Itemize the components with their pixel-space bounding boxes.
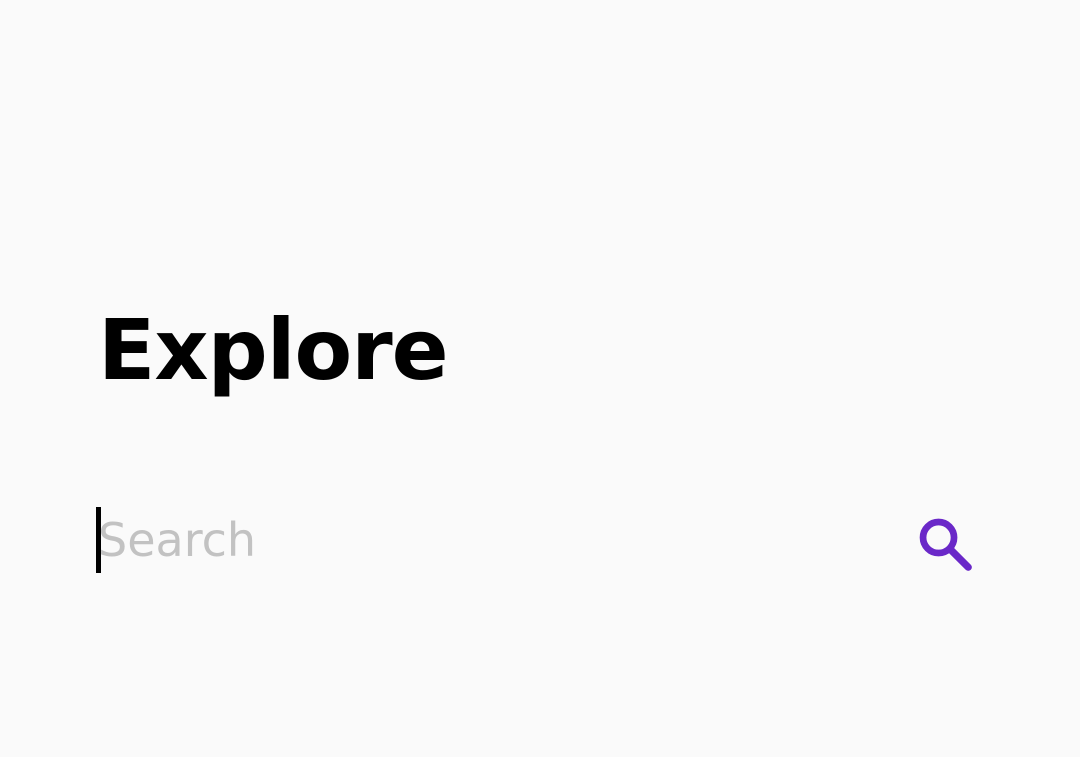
page-title: Explore — [98, 301, 449, 399]
search-input[interactable] — [98, 505, 878, 575]
search-icon — [914, 513, 976, 575]
explore-page: Explore — [0, 0, 1080, 757]
search-bar — [96, 505, 980, 575]
search-button[interactable] — [914, 513, 976, 575]
